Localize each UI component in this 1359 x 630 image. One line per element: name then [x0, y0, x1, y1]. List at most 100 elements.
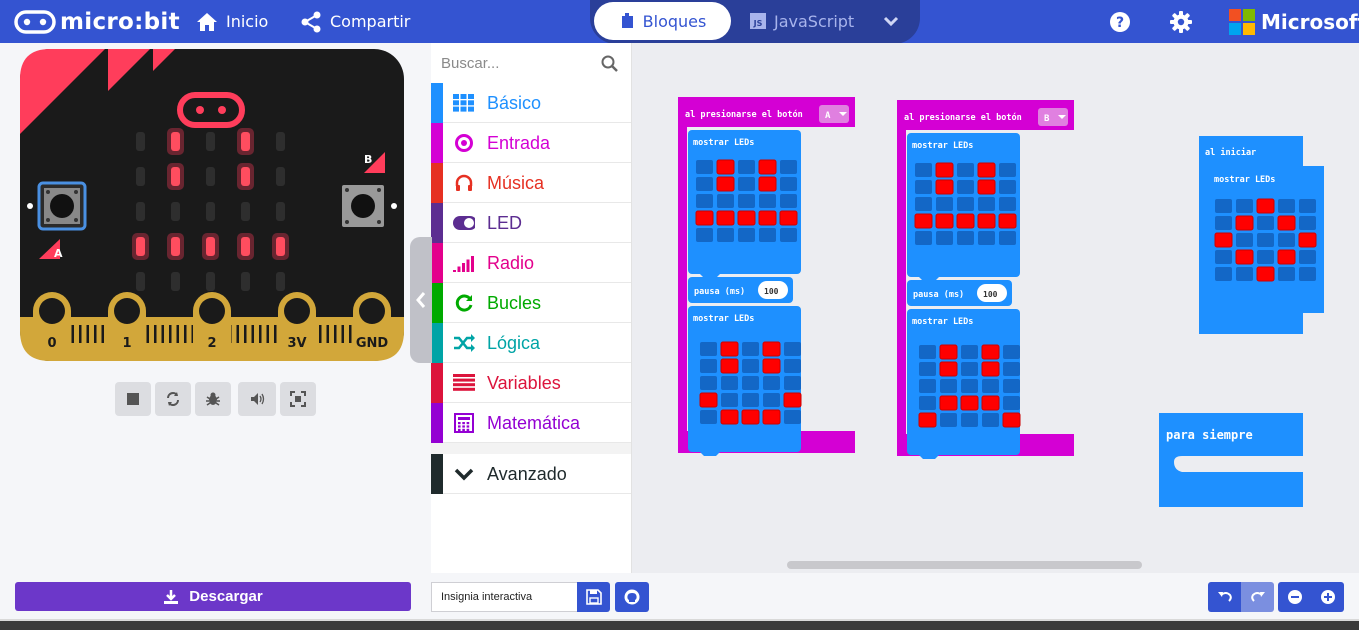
led-cell[interactable] — [700, 359, 717, 373]
download-button[interactable]: Descargar — [15, 582, 411, 611]
led-cell[interactable] — [915, 197, 932, 211]
led-cell[interactable] — [700, 410, 717, 424]
led-cell[interactable] — [940, 379, 957, 393]
led-cell[interactable] — [999, 197, 1016, 211]
led-cell[interactable] — [738, 160, 755, 174]
category-matemática[interactable]: Matemática — [431, 403, 631, 443]
undo-button[interactable] — [1208, 582, 1241, 612]
led-cell[interactable] — [780, 194, 797, 208]
led-cell[interactable] — [1256, 266, 1275, 282]
led-cell[interactable] — [961, 413, 978, 427]
led-cell[interactable] — [957, 180, 974, 194]
led-cell[interactable] — [717, 194, 734, 208]
led-cell[interactable] — [784, 410, 801, 424]
led-cell[interactable] — [738, 228, 755, 242]
led-grid[interactable] — [1214, 198, 1317, 282]
mode-dropdown[interactable] — [880, 10, 902, 32]
led-cell[interactable] — [998, 213, 1017, 229]
led-cell[interactable] — [763, 376, 780, 390]
led-cell[interactable] — [1214, 232, 1233, 248]
button-dropdown[interactable]: A — [819, 105, 849, 123]
led-cell[interactable] — [1299, 267, 1316, 281]
led-cell[interactable] — [738, 177, 755, 191]
led-cell[interactable] — [957, 163, 974, 177]
led-cell[interactable] — [915, 180, 932, 194]
led-cell[interactable] — [935, 162, 954, 178]
category-básico[interactable]: Básico — [431, 83, 631, 123]
stop-button[interactable] — [115, 382, 151, 416]
led-cell[interactable] — [956, 213, 975, 229]
led-cell[interactable] — [1278, 233, 1295, 247]
led-cell[interactable] — [780, 160, 797, 174]
led-cell[interactable] — [759, 194, 776, 208]
led-cell[interactable] — [1215, 267, 1232, 281]
category-avanzado[interactable]: Avanzado — [431, 454, 631, 494]
led-cell[interactable] — [960, 395, 979, 411]
sound-button[interactable] — [238, 382, 276, 416]
led-cell[interactable] — [1256, 198, 1275, 214]
led-cell[interactable] — [1235, 215, 1254, 231]
led-cell[interactable] — [977, 162, 996, 178]
led-cell[interactable] — [1257, 250, 1274, 264]
category-variables[interactable]: Variables — [431, 363, 631, 403]
led-grid[interactable] — [699, 341, 802, 425]
led-cell[interactable] — [742, 376, 759, 390]
led-cell[interactable] — [700, 376, 717, 390]
pin-1[interactable]: 1 — [108, 292, 146, 353]
blocks-workspace[interactable]: al presionarse el botón Amostrar LEDs paus… — [632, 43, 1359, 573]
led-cell[interactable] — [939, 361, 958, 377]
led-cell[interactable] — [1236, 267, 1253, 281]
category-bucles[interactable]: Bucles — [431, 283, 631, 323]
led-cell[interactable] — [699, 392, 718, 408]
led-cell[interactable] — [1277, 215, 1296, 231]
led-cell[interactable] — [780, 177, 797, 191]
led-cell[interactable] — [720, 358, 739, 374]
led-cell[interactable] — [982, 413, 999, 427]
microbit-board[interactable]: A B 0 1 2 3V GND — [20, 49, 404, 361]
led-cell[interactable] — [919, 379, 936, 393]
pin-0[interactable]: 0 — [33, 292, 71, 353]
pause-block[interactable]: pausa (ms) 100 — [907, 280, 1012, 306]
led-cell[interactable] — [939, 344, 958, 360]
led-cell[interactable] — [919, 362, 936, 376]
category-led[interactable]: LED — [431, 203, 631, 243]
led-cell[interactable] — [1236, 199, 1253, 213]
category-entrada[interactable]: Entrada — [431, 123, 631, 163]
led-cell[interactable] — [999, 163, 1016, 177]
led-cell[interactable] — [939, 395, 958, 411]
led-cell[interactable] — [737, 210, 756, 226]
led-cell[interactable] — [784, 376, 801, 390]
led-cell[interactable] — [978, 231, 995, 245]
pin-gnd[interactable]: GND — [353, 292, 391, 353]
led-cell[interactable] — [779, 210, 798, 226]
led-cell[interactable] — [1003, 362, 1020, 376]
led-cell[interactable] — [914, 213, 933, 229]
led-cell[interactable] — [696, 177, 713, 191]
led-cell[interactable] — [1278, 199, 1295, 213]
led-cell[interactable] — [720, 409, 739, 425]
led-cell[interactable] — [721, 376, 738, 390]
led-cell[interactable] — [1236, 233, 1253, 247]
led-cell[interactable] — [957, 231, 974, 245]
led-cell[interactable] — [999, 231, 1016, 245]
led-cell[interactable] — [915, 163, 932, 177]
help-button[interactable]: ? — [1109, 0, 1131, 43]
fullscreen-button[interactable] — [280, 382, 316, 416]
led-cell[interactable] — [1257, 233, 1274, 247]
project-name-input[interactable] — [431, 582, 577, 612]
led-cell[interactable] — [1003, 396, 1020, 410]
led-cell[interactable] — [1277, 249, 1296, 265]
led-cell[interactable] — [1299, 216, 1316, 230]
search-input[interactable] — [441, 51, 601, 75]
led-cell[interactable] — [717, 228, 734, 242]
led-cell[interactable] — [696, 160, 713, 174]
led-cell[interactable] — [940, 413, 957, 427]
led-cell[interactable] — [981, 361, 1000, 377]
led-cell[interactable] — [700, 342, 717, 356]
led-cell[interactable] — [936, 231, 953, 245]
pause-block[interactable]: pausa (ms) 100 — [688, 277, 793, 303]
led-grid[interactable] — [914, 162, 1017, 245]
zoom-in-button[interactable] — [1311, 582, 1344, 612]
save-button[interactable] — [577, 582, 610, 612]
led-cell[interactable] — [1215, 216, 1232, 230]
